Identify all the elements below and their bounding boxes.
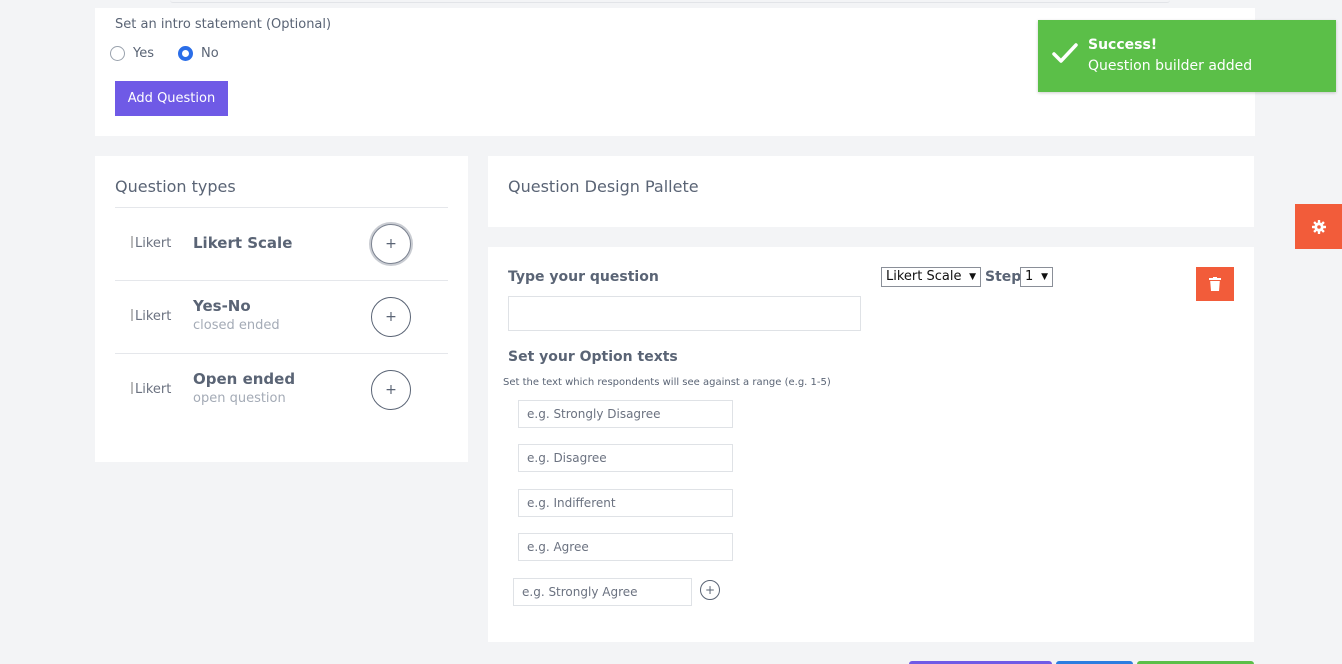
question-type-select[interactable]: Likert Scale ▼ [881, 267, 981, 287]
toast-title: Success! [1088, 37, 1158, 53]
question-type-yes-no: Likert Yes-No closed ended + [115, 281, 448, 354]
radio-yes-label[interactable]: Yes [133, 46, 154, 61]
question-label: Type your question [508, 269, 659, 285]
delete-question-button[interactable] [1196, 267, 1234, 301]
question-type-name: Likert Scale [193, 234, 293, 252]
add-question-button[interactable]: Add Question [115, 81, 228, 116]
image-alt-text: Likert [135, 382, 172, 397]
option-input-2[interactable] [518, 444, 733, 472]
radio-no[interactable] [178, 46, 193, 61]
broken-image-icon [131, 236, 133, 248]
question-type-select-value: Likert Scale [886, 269, 962, 284]
broken-image-icon [131, 382, 133, 394]
question-type-subtitle: open question [193, 391, 286, 406]
question-types-title: Question types [115, 177, 236, 196]
add-likert-button[interactable]: + [371, 224, 411, 264]
top-divider [170, 0, 1170, 3]
question-type-open-ended: Likert Open ended open question + [115, 354, 448, 427]
yes-no-image: Likert [131, 309, 171, 324]
gear-icon [1311, 219, 1326, 234]
settings-button[interactable] [1295, 204, 1342, 249]
add-yes-no-button[interactable]: + [371, 297, 411, 337]
option-input-4[interactable] [518, 533, 733, 561]
caret-down-icon: ▼ [969, 272, 976, 282]
intro-label: Set an intro statement (Optional) [115, 17, 332, 32]
step-select[interactable]: 1 ▼ [1020, 267, 1053, 287]
options-title: Set your Option texts [508, 349, 678, 365]
intro-radio-group: Yes No [110, 46, 243, 61]
pallete-card: Question Design Pallete [488, 156, 1254, 227]
add-open-ended-button[interactable]: + [371, 370, 411, 410]
option-input-3[interactable] [518, 489, 733, 517]
options-hint: Set the text which respondents will see … [503, 377, 831, 388]
caret-down-icon: ▼ [1041, 272, 1048, 282]
open-ended-image: Likert [131, 382, 171, 397]
toast-message: Question builder added [1088, 58, 1253, 74]
add-option-button[interactable]: + [700, 580, 720, 600]
broken-image-icon [131, 309, 133, 321]
question-type-name: Open ended [193, 370, 296, 388]
image-alt-text: Likert [135, 309, 172, 324]
option-input-5[interactable] [513, 578, 692, 606]
step-label: Step [985, 269, 1022, 285]
question-type-name: Yes-No [193, 297, 251, 315]
question-type-subtitle: closed ended [193, 318, 280, 333]
likert-image: Likert [131, 236, 171, 251]
radio-no-label[interactable]: No [201, 46, 219, 61]
question-types-card: Question types Likert Likert Scale + Lik… [95, 156, 468, 462]
radio-yes[interactable] [110, 46, 125, 61]
trash-icon [1209, 277, 1221, 291]
step-select-value: 1 [1025, 269, 1034, 284]
option-input-1[interactable] [518, 400, 733, 428]
question-type-likert: Likert Likert Scale + [115, 208, 448, 281]
question-builder-card: Type your question Likert Scale ▼ Step 1 ▼… [488, 247, 1254, 642]
pallete-title: Question Design Pallete [508, 177, 699, 196]
success-toast[interactable]: Success! Question builder added [1038, 20, 1336, 92]
question-input[interactable] [508, 296, 861, 331]
checkmark-icon [1052, 43, 1078, 63]
image-alt-text: Likert [135, 236, 172, 251]
